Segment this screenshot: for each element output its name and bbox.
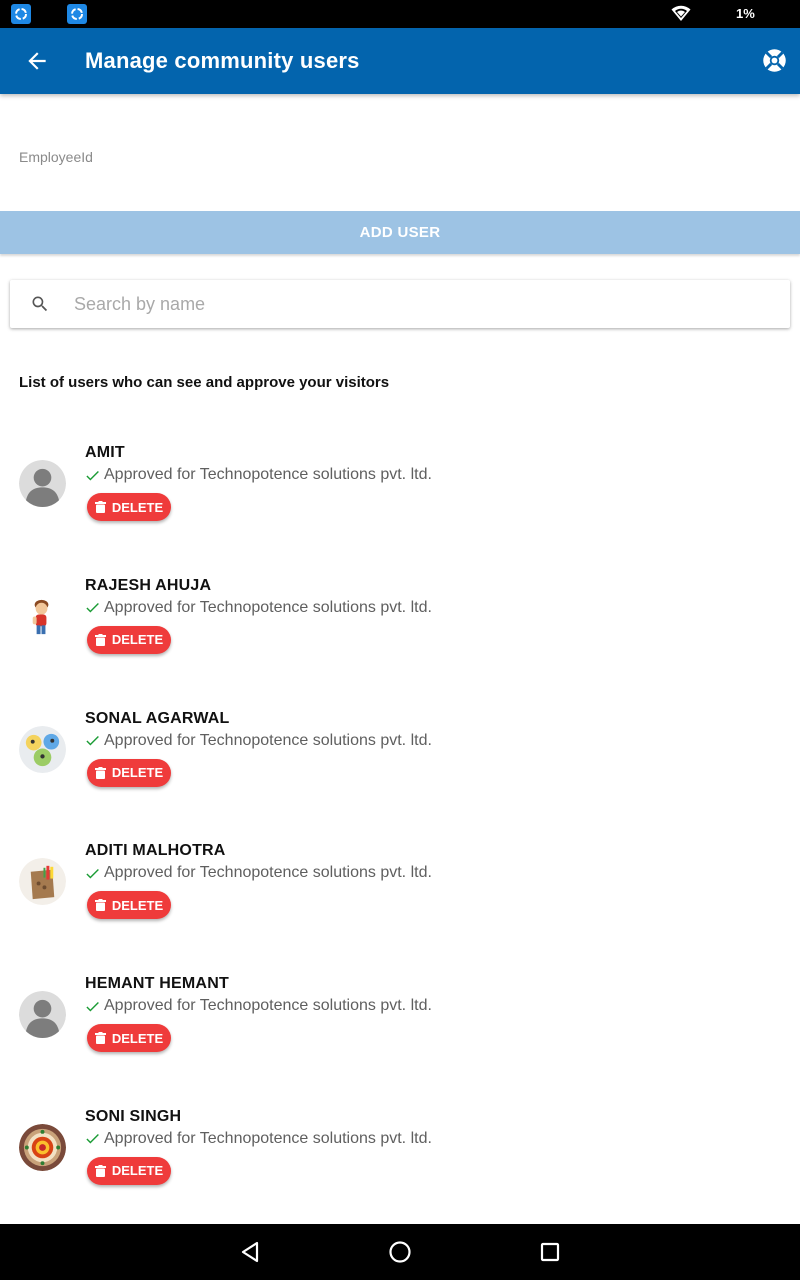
trash-icon [94,899,106,912]
avatar [19,592,66,640]
list-heading: List of users who can see and approve yo… [19,374,390,391]
check-icon [86,868,99,879]
user-name: ADITI MALHOTRA [85,842,226,860]
avatar [19,991,66,1039]
delete-button[interactable]: DELETE [87,1024,171,1053]
app-bar: Manage community users [0,28,800,94]
user-name: AMIT [85,444,125,461]
delete-label: DELETE [111,499,164,515]
list-item: SONI SINGH Approved for Technopotence so… [0,1094,800,1227]
search-box [10,280,790,328]
delete-button[interactable]: DELETE [87,625,171,654]
check-icon [86,603,99,613]
trash-icon [94,633,106,646]
delete-label: DELETE [111,765,164,781]
check-icon [86,1001,99,1012]
search-input[interactable] [74,290,774,318]
approval-status: Approved for Technopotence solutions pvt… [84,864,432,882]
approval-status: Approved for Technopotence solutions pvt… [84,466,432,484]
trash-icon [94,501,106,513]
delete-label: DELETE [111,1163,164,1179]
approval-status: Approved for Technopotence solutions pvt… [84,997,432,1015]
check-icon [86,470,99,480]
approval-text: Approved for Technopotence solutions pvt… [104,997,432,1015]
add-user-button[interactable]: ADD USER [0,211,800,254]
arrow-back-icon[interactable] [24,48,50,74]
approval-text: Approved for Technopotence solutions pvt… [104,1129,432,1147]
approval-status: Approved for Technopotence solutions pvt… [84,599,432,617]
avatar [19,858,66,906]
avatar [19,1123,66,1171]
approval-text: Approved for Technopotence solutions pvt… [104,731,432,749]
user-name: RAJESH AHUJA [85,576,212,594]
trash-icon [94,1164,106,1177]
delete-button[interactable]: DELETE [87,493,171,521]
status-bar: 1% [0,0,800,28]
delete-label: DELETE [111,632,164,648]
employee-id-field[interactable] [19,168,779,198]
page-title: Manage community users [85,48,360,73]
lifebuoy-help-icon[interactable] [761,47,788,74]
check-icon [86,1134,99,1144]
app-notification-icon [11,4,31,24]
user-name: SONI SINGH [85,1107,182,1125]
navigation-bar [0,1224,800,1280]
approval-status: Approved for Technopotence solutions pvt… [84,1130,432,1148]
list-item: SONAL AGARWAL Approved for Technopotence… [0,696,800,829]
approval-text: Approved for Technopotence solutions pvt… [104,598,432,616]
list-item: RAJESH AHUJA Approved for Technopotence … [0,563,800,696]
battery-percent: 1% [736,6,755,21]
trash-icon [94,766,106,779]
avatar [19,460,66,507]
employee-id-label: EmployeeId [19,149,93,165]
list-item: ADITI MALHOTRA Approved for Technopotenc… [0,828,800,961]
wifi-icon [671,5,691,21]
trash-icon [94,1032,106,1045]
check-icon [86,736,99,746]
user-list: AMIT Approved for Technopotence solution… [0,430,800,1227]
user-name: SONAL AGARWAL [85,709,230,727]
approval-text: Approved for Technopotence solutions pvt… [104,466,432,483]
approval-text: Approved for Technopotence solutions pvt… [104,864,432,882]
back-triangle-icon[interactable] [238,1240,262,1264]
delete-button[interactable]: DELETE [87,891,171,920]
delete-label: DELETE [111,1030,164,1046]
home-circle-icon[interactable] [388,1240,412,1264]
approval-status: Approved for Technopotence solutions pvt… [84,732,432,750]
delete-label: DELETE [111,897,164,913]
delete-button[interactable]: DELETE [87,1156,171,1185]
search-icon [32,296,48,312]
app-notification-icon [67,4,87,24]
recents-square-icon[interactable] [538,1240,562,1264]
user-name: HEMANT HEMANT [85,975,229,993]
delete-button[interactable]: DELETE [87,758,171,787]
list-item: HEMANT HEMANT Approved for Technopotence… [0,961,800,1094]
list-item: AMIT Approved for Technopotence solution… [0,430,800,563]
avatar [19,725,66,773]
